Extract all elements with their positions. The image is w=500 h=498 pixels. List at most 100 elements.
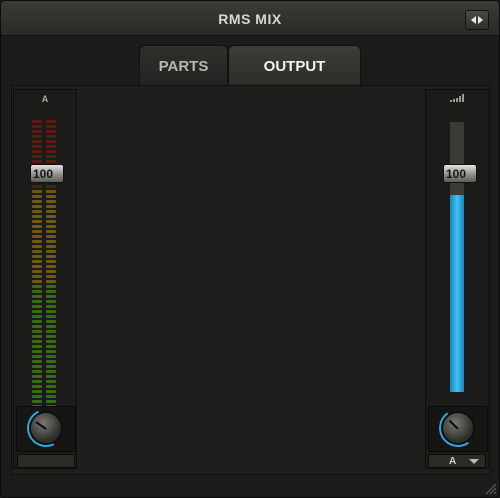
meter-segment (32, 205, 42, 208)
meter-segment (32, 140, 42, 143)
meter-segment (32, 215, 42, 218)
meter-segment (46, 145, 56, 148)
channel-label: A (41, 94, 49, 104)
meter-segment (46, 190, 56, 193)
signal-strength-icon (450, 94, 464, 102)
meter-segment (46, 210, 56, 213)
meter-segment (46, 380, 56, 383)
output-select[interactable]: A (428, 454, 486, 468)
master-knob-container (428, 405, 488, 452)
master-fader-handle[interactable]: 100 (443, 164, 477, 183)
channel-strip-a: A 100 (13, 89, 77, 469)
meter-segment (46, 215, 56, 218)
meter-segment (32, 150, 42, 153)
rms-mix-window: RMS MIX PARTS OUTPUT MIXER A 100 (0, 0, 500, 498)
meter-segment (32, 210, 42, 213)
tab-parts[interactable]: PARTS (139, 45, 228, 85)
meter-segment (46, 265, 56, 268)
meter-segment (32, 335, 42, 338)
title-bar: RMS MIX (1, 1, 499, 36)
meter-segment (32, 250, 42, 253)
meter-segment (32, 315, 42, 318)
meter-segment (32, 260, 42, 263)
meter-segment (32, 160, 42, 163)
meter-segment (46, 245, 56, 248)
meter-segment (32, 295, 42, 298)
meter-segment (32, 255, 42, 258)
meter-segment (32, 120, 42, 123)
tab-bar: PARTS OUTPUT MIXER (139, 45, 361, 117)
meter-segment (46, 160, 56, 163)
meter-segment (46, 350, 56, 353)
meter-segment (32, 280, 42, 283)
meter-segment (32, 220, 42, 223)
meter-segment (46, 250, 56, 253)
meter-segment (46, 375, 56, 378)
meter-segment (46, 280, 56, 283)
meter-segment (32, 355, 42, 358)
meter-segment (46, 135, 56, 138)
master-strip: 100 A (425, 89, 489, 469)
meter-segment (46, 120, 56, 123)
meter-segment (32, 235, 42, 238)
meter-segment (46, 385, 56, 388)
meter-segment (32, 195, 42, 198)
meter-segment (46, 315, 56, 318)
meter-segment (46, 330, 56, 333)
meter-segment (32, 200, 42, 203)
meter-segment (46, 355, 56, 358)
channel-name-field[interactable] (17, 454, 75, 468)
master-level-fill (450, 195, 464, 392)
swap-arrows-icon (471, 16, 483, 24)
meter-segment (32, 185, 42, 188)
meter-segment (46, 400, 56, 403)
meter-segment (32, 135, 42, 138)
meter-segment (46, 365, 56, 368)
meter-segment (32, 145, 42, 148)
meter-segment (46, 125, 56, 128)
meter-segment (32, 320, 42, 323)
meter-segment (32, 385, 42, 388)
meter-segment (32, 300, 42, 303)
meter-segment (46, 340, 56, 343)
meter-segment (32, 390, 42, 393)
meter-segment (32, 350, 42, 353)
volume-fader-handle[interactable]: 100 (30, 164, 64, 183)
meter-segment (46, 195, 56, 198)
swap-button[interactable] (465, 10, 489, 30)
meter-segment (32, 225, 42, 228)
meter-segment (32, 360, 42, 363)
tab-output-mixer[interactable]: OUTPUT MIXER (228, 45, 361, 117)
meter-segment (32, 375, 42, 378)
resize-grip-icon[interactable] (483, 481, 497, 495)
meter-segment (46, 395, 56, 398)
meter-segment (46, 310, 56, 313)
meter-segment (32, 310, 42, 313)
meter-segment (32, 370, 42, 373)
meter-segment (32, 380, 42, 383)
meter-segment (46, 185, 56, 188)
meter-segment (46, 290, 56, 293)
meter-segment (46, 255, 56, 258)
meter-segment (46, 270, 56, 273)
meter-segment (32, 155, 42, 158)
meter-segment (32, 365, 42, 368)
meter-segment (46, 225, 56, 228)
meter-segment (46, 305, 56, 308)
meter-segment (32, 330, 42, 333)
meter-segment (46, 200, 56, 203)
master-knob[interactable] (441, 411, 475, 445)
meter-segment (32, 340, 42, 343)
meter-segment (46, 295, 56, 298)
mixer-panel (11, 85, 491, 475)
pan-knob[interactable] (29, 411, 63, 445)
meter-segment (46, 240, 56, 243)
meter-segment (46, 130, 56, 133)
meter-segment (32, 125, 42, 128)
meter-segment (46, 230, 56, 233)
meter-segment (32, 230, 42, 233)
meter-segment (32, 305, 42, 308)
meter-segment (46, 300, 56, 303)
meter-segment (46, 155, 56, 158)
meter-segment (46, 370, 56, 373)
